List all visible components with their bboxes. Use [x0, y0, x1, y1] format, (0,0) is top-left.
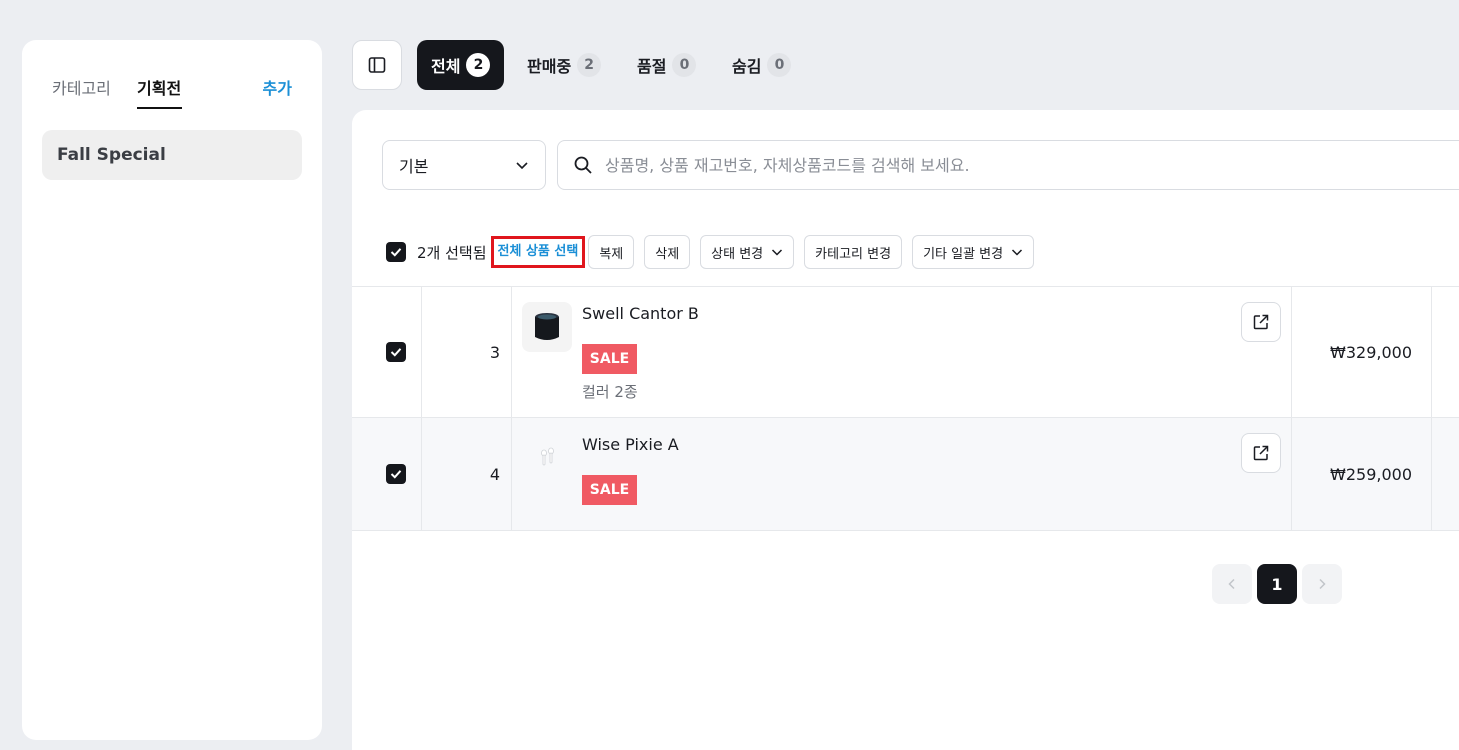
chevron-left-icon [1228, 578, 1235, 590]
tab-hidden[interactable]: 숨김 0 [718, 40, 805, 90]
speaker-image [535, 313, 559, 340]
search-bar [557, 140, 1459, 190]
change-status-label: 상태 변경 [711, 246, 764, 262]
variant-info: 컬러 2종 [582, 383, 638, 401]
column-divider [511, 418, 512, 530]
select-all-products-link[interactable]: 전체 상품 선택 [490, 236, 586, 268]
sidebar-tab-exhibition[interactable]: 기획전 [137, 75, 181, 99]
sale-badge: SALE [582, 475, 637, 505]
count-badge: 2 [466, 53, 491, 77]
filter-select[interactable]: 기본 [382, 140, 546, 190]
earbuds-image [541, 447, 554, 466]
product-name[interactable]: Swell Cantor B [582, 304, 699, 323]
column-divider [511, 287, 512, 417]
bulk-toolbar: 2개 선택됨 전체 상품 선택 복제 삭제 상태 변경 카테고리 변경 기타 일… [386, 235, 1035, 269]
delete-button[interactable]: 삭제 [644, 235, 691, 269]
row-number: 3 [489, 343, 500, 362]
row-checkbox[interactable] [386, 342, 406, 362]
delete-label: 삭제 [655, 246, 680, 262]
column-divider [1431, 418, 1432, 530]
filter-select-value: 기본 [399, 157, 429, 176]
tab-label: 전체 [431, 57, 461, 76]
other-bulk-edit-label: 기타 일괄 변경 [923, 246, 1004, 262]
column-divider [1431, 287, 1432, 417]
sidebar-toggle-button[interactable] [352, 40, 402, 90]
duplicate-button[interactable]: 복제 [588, 235, 635, 269]
product-table: 3 Swell Cantor B SALE 컬러 2종 ₩329,000 4 W… [352, 286, 1459, 531]
chevron-down-icon [516, 162, 528, 170]
search-input[interactable] [603, 154, 1407, 176]
external-link-icon [1253, 445, 1269, 461]
change-category-button[interactable]: 카테고리 변경 [804, 235, 903, 269]
check-icon [390, 470, 402, 479]
product-panel: 기본 2개 선택됨 전체 상품 선택 복제 삭제 상태 변경 [352, 110, 1459, 750]
open-external-button[interactable] [1241, 433, 1281, 473]
sidebar-item-fall-special[interactable]: Fall Special [42, 130, 302, 180]
selected-count: 2개 선택됨 [417, 243, 487, 262]
change-category-label: 카테고리 변경 [815, 246, 892, 262]
count-badge: 0 [672, 53, 697, 77]
other-bulk-edit-button[interactable]: 기타 일괄 변경 [912, 235, 1035, 269]
check-icon [390, 348, 402, 357]
prev-page-button[interactable] [1212, 564, 1252, 604]
sidebar-tab-category[interactable]: 카테고리 [52, 75, 111, 99]
active-tab-underline [137, 107, 182, 109]
duplicate-label: 복제 [599, 246, 624, 262]
change-status-button[interactable]: 상태 변경 [700, 235, 795, 269]
tab-all[interactable]: 전체 2 [417, 40, 505, 90]
row-checkbox[interactable] [386, 464, 406, 484]
external-link-icon [1253, 314, 1269, 330]
chevron-down-icon [1012, 249, 1023, 256]
check-icon [390, 248, 402, 257]
product-thumbnail[interactable] [522, 302, 572, 352]
open-external-button[interactable] [1241, 302, 1281, 342]
tab-label: 숨김 [732, 57, 762, 76]
add-button[interactable]: 추가 [263, 75, 292, 99]
table-row: 3 Swell Cantor B SALE 컬러 2종 ₩329,000 [352, 286, 1459, 417]
tab-on-sale[interactable]: 판매중 2 [513, 40, 615, 90]
page-button-current[interactable]: 1 [1257, 564, 1297, 604]
sidebar-panel-icon [368, 57, 386, 73]
next-page-button[interactable] [1302, 564, 1342, 604]
sale-badge: SALE [582, 344, 637, 374]
count-badge: 2 [577, 53, 602, 77]
count-badge: 0 [767, 53, 792, 77]
pagination: 1 [1212, 564, 1342, 604]
select-all-checkbox[interactable] [386, 242, 406, 262]
chevron-right-icon [1319, 578, 1326, 590]
product-thumbnail[interactable] [522, 433, 572, 483]
tab-label: 판매중 [527, 57, 572, 76]
product-name[interactable]: Wise Pixie A [582, 435, 679, 454]
chevron-down-icon [772, 249, 783, 256]
sidebar: 카테고리 기획전 추가 Fall Special [22, 40, 322, 740]
table-row: 4 Wise Pixie A SALE ₩259,000 [352, 417, 1459, 531]
product-price: ₩259,000 [1330, 465, 1412, 484]
tab-label: 품절 [637, 57, 667, 76]
tab-sold-out[interactable]: 품절 0 [623, 40, 710, 90]
product-price: ₩329,000 [1330, 343, 1412, 362]
row-number: 4 [489, 465, 500, 484]
search-icon [574, 156, 592, 174]
